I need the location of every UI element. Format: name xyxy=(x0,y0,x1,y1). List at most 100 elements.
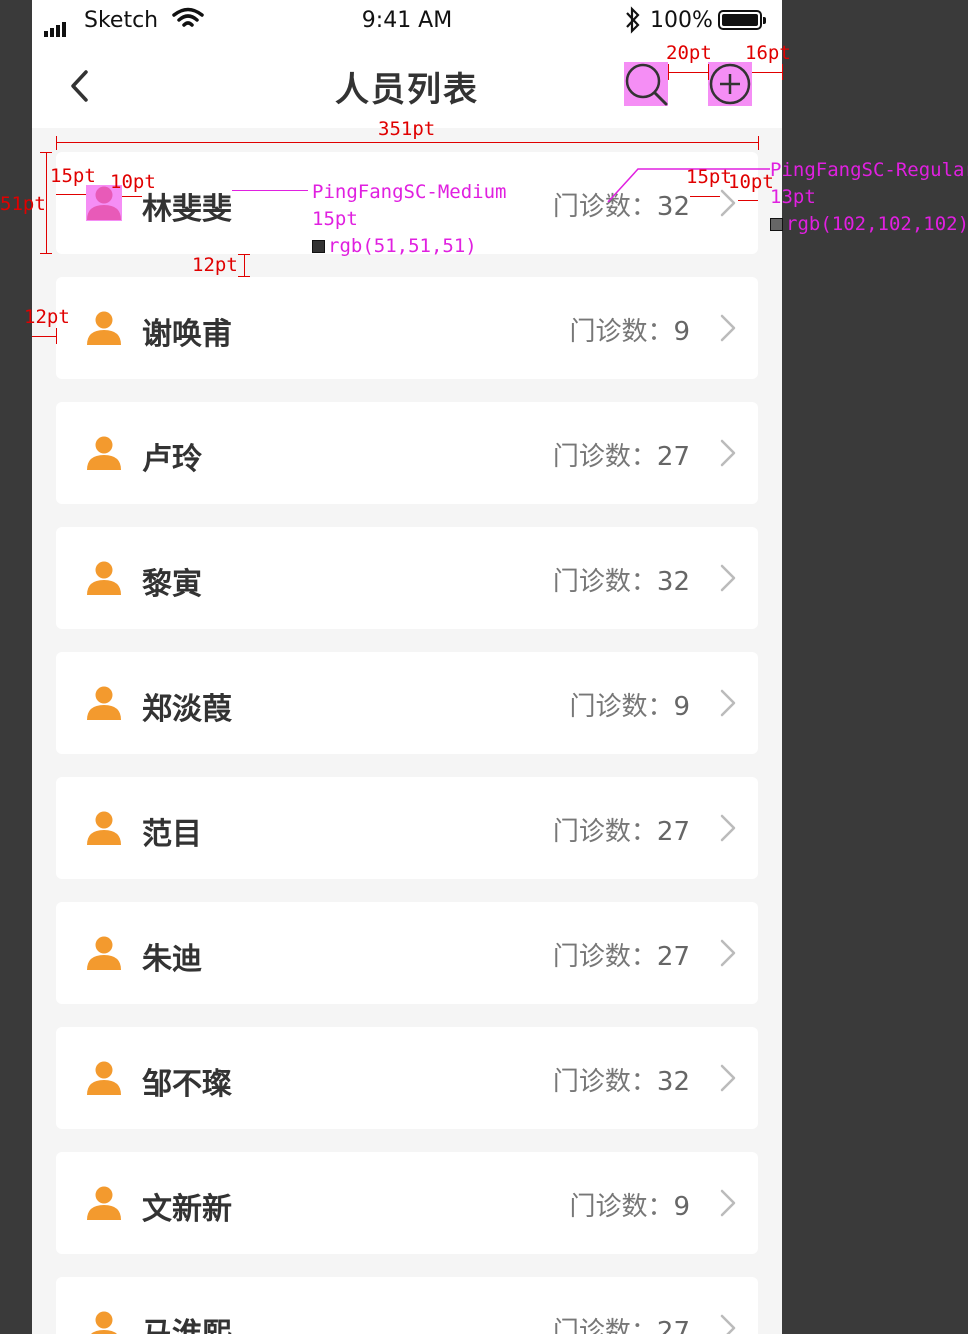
visit-count-label: 门诊数： xyxy=(552,942,657,972)
visit-count-value: 27 xyxy=(656,817,690,847)
measure-line xyxy=(56,142,758,143)
person-name: 黎寅 xyxy=(142,567,202,602)
annotation-size-13: 13pt xyxy=(770,186,816,208)
list-item[interactable]: 黎寅 门诊数：32 xyxy=(56,527,758,629)
measure-line xyxy=(40,253,52,254)
visit-count-label: 门诊数： xyxy=(552,817,657,847)
list-item[interactable]: 邹不璨 门诊数：32 xyxy=(56,1027,758,1129)
visit-count: 门诊数：9 xyxy=(569,1186,690,1223)
annotation-15pt-left: 15pt xyxy=(50,165,96,187)
annotation-10pt-left: 10pt xyxy=(110,171,156,193)
visit-count: 门诊数：27 xyxy=(553,436,690,473)
chevron-right-icon xyxy=(720,689,736,717)
person-name: 郑淡葭 xyxy=(142,692,232,727)
chevron-right-icon xyxy=(720,1189,736,1217)
chevron-right-icon xyxy=(720,564,736,592)
status-bar: Sketch 9:41 AM 100% xyxy=(32,0,782,44)
annotation-font-medium: PingFangSC-Medium xyxy=(312,181,507,203)
visit-count-label: 门诊数： xyxy=(552,442,657,472)
annotation-20pt: 20pt xyxy=(666,42,712,64)
measure-line xyxy=(122,196,142,197)
measure-line xyxy=(46,152,47,254)
person-icon xyxy=(87,561,121,595)
annotation-12pt-horizontal: 12pt xyxy=(24,306,70,328)
visit-count-label: 门诊数： xyxy=(552,567,657,597)
person-icon xyxy=(87,1061,121,1095)
visit-count-label: 门诊数： xyxy=(552,1317,657,1334)
bluetooth-icon xyxy=(626,6,640,34)
list-item[interactable]: 谢唤甫 门诊数：9 xyxy=(56,277,758,379)
chevron-right-icon xyxy=(720,1064,736,1092)
person-icon xyxy=(87,811,121,845)
page-title: 人员列表 xyxy=(335,70,479,110)
measure-line xyxy=(56,136,57,150)
plus-circle-icon[interactable] xyxy=(708,62,752,106)
person-name: 马淮熙 xyxy=(142,1309,232,1334)
measure-line xyxy=(40,152,52,153)
measure-line xyxy=(238,254,250,255)
annotation-size-15: 15pt xyxy=(312,208,358,230)
battery-icon xyxy=(718,10,766,30)
annotation-color-102: rgb(102,102,102) xyxy=(770,213,968,235)
measure-line xyxy=(668,64,669,80)
measure-line xyxy=(708,64,709,80)
visit-count-value: 27 xyxy=(656,442,690,472)
visit-count: 门诊数：27 xyxy=(553,1311,690,1334)
callout-line xyxy=(232,190,308,191)
search-icon[interactable] xyxy=(624,62,668,106)
list-item[interactable]: 卢玲 门诊数：27 xyxy=(56,402,758,504)
person-name: 谢唤甫 xyxy=(142,317,232,352)
visit-count-value: 9 xyxy=(673,317,690,347)
chevron-right-icon xyxy=(720,314,736,342)
annotation-10pt-right: 10pt xyxy=(728,171,774,193)
annotation-351pt: 351pt xyxy=(378,118,436,140)
chevron-right-icon xyxy=(720,814,736,842)
person-icon xyxy=(87,1186,121,1220)
annotation-font-regular: PingFangSC-Regular xyxy=(770,159,968,181)
visit-count: 门诊数：27 xyxy=(553,811,690,848)
annotation-15pt-right: 15pt xyxy=(686,166,732,188)
person-icon xyxy=(87,311,121,345)
visit-count-label: 门诊数： xyxy=(569,1192,674,1222)
person-name: 文新新 xyxy=(142,1192,232,1227)
list-item[interactable]: 朱迪 门诊数：27 xyxy=(56,902,758,1004)
list-item[interactable]: 范目 门诊数：27 xyxy=(56,777,758,879)
chevron-right-icon xyxy=(720,439,736,467)
measure-line xyxy=(752,72,782,73)
person-icon xyxy=(91,1311,117,1334)
measure-line xyxy=(56,328,57,344)
measure-line xyxy=(738,200,758,201)
person-name: 范目 xyxy=(142,817,202,852)
annotation-51pt: 51pt xyxy=(0,193,46,215)
measure-line xyxy=(32,336,56,337)
visit-count-value: 27 xyxy=(656,942,690,972)
person-name: 朱迪 xyxy=(142,942,202,977)
list-item[interactable]: 文新新 门诊数：9 xyxy=(56,1152,758,1254)
chevron-right-icon xyxy=(720,1314,736,1334)
person-name: 邹不璨 xyxy=(142,1067,232,1102)
visit-count: 门诊数：27 xyxy=(553,936,690,973)
measure-line xyxy=(690,196,720,197)
chevron-right-icon xyxy=(720,939,736,967)
list-item[interactable]: 郑淡葭 门诊数：9 xyxy=(56,652,758,754)
measure-line xyxy=(668,72,708,73)
visit-count-label: 门诊数： xyxy=(552,1067,657,1097)
visit-count-label: 门诊数： xyxy=(569,692,674,722)
measure-line xyxy=(758,136,759,150)
visit-count: 门诊数：32 xyxy=(553,561,690,598)
person-icon xyxy=(87,936,121,970)
measure-line xyxy=(244,254,245,276)
visit-count-value: 32 xyxy=(656,1067,690,1097)
visit-count-value: 9 xyxy=(673,1192,690,1222)
list-item[interactable]: 马淮熙 门诊数：27 xyxy=(56,1277,758,1334)
visit-count: 门诊数：9 xyxy=(569,311,690,348)
person-icon xyxy=(87,686,121,720)
annotation-16pt: 16pt xyxy=(745,42,791,64)
person-icon xyxy=(87,436,121,470)
visit-count: 门诊数：9 xyxy=(569,686,690,723)
battery-fill xyxy=(722,14,758,26)
measure-line xyxy=(238,276,250,277)
person-name: 卢玲 xyxy=(142,442,202,477)
annotation-12pt-vertical: 12pt xyxy=(192,254,238,276)
measure-line xyxy=(56,194,86,195)
